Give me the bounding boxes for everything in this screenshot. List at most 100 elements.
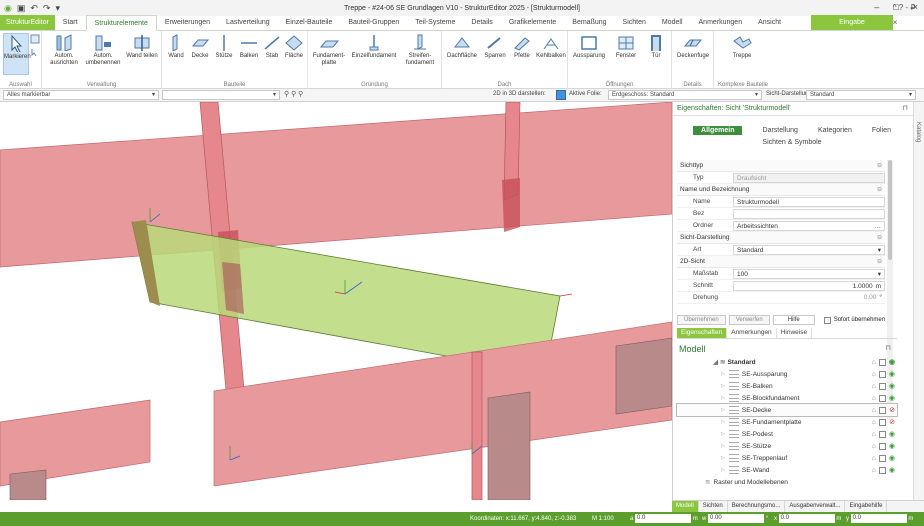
beam-button[interactable]: Balken bbox=[237, 33, 261, 60]
bez-field[interactable] bbox=[733, 208, 885, 219]
x-input[interactable]: 0.0 bbox=[778, 514, 835, 523]
tree-item[interactable]: ▷ SE-Decke ⌂ ⊘ bbox=[676, 403, 898, 417]
eye-icon[interactable]: ◉ bbox=[889, 370, 895, 378]
lock-icon[interactable]: ⌂ bbox=[872, 407, 876, 414]
wall-upper[interactable] bbox=[0, 102, 672, 268]
w-input[interactable]: 0.00 bbox=[708, 514, 765, 523]
tree-item[interactable]: ▷ SE-Blockfundament ⌂ ◉ bbox=[677, 392, 897, 404]
lock-icon[interactable]: ⌂ bbox=[872, 467, 876, 474]
lock-icon[interactable]: ⌂ bbox=[872, 431, 876, 438]
section-sichttyp[interactable]: Sichttyp bbox=[677, 160, 885, 172]
opening-right[interactable] bbox=[615, 337, 672, 415]
auto-align-button[interactable]: Autom. ausrichten bbox=[46, 33, 82, 67]
visibility-checkbox[interactable] bbox=[878, 430, 886, 438]
tree-item[interactable]: ▷ SE-Stütze ⌂ ◉ bbox=[677, 440, 897, 452]
lock-icon[interactable]: ⌂ bbox=[872, 383, 876, 390]
minimize-button[interactable]: – bbox=[874, 2, 879, 12]
tab-bauteil-gruppen[interactable]: Bauteil-Gruppen bbox=[340, 15, 407, 30]
lock-icon[interactable]: ⌂ bbox=[872, 419, 876, 426]
visibility-checkbox[interactable] bbox=[878, 370, 886, 378]
schnitt-field[interactable]: 1.0000 m bbox=[733, 280, 885, 291]
eye-icon[interactable]: ◉ bbox=[889, 442, 895, 450]
eye-icon[interactable]: ◉ bbox=[889, 394, 895, 402]
catalog-side-tab[interactable]: Katalog bbox=[913, 102, 924, 500]
model-viewport[interactable] bbox=[0, 102, 672, 500]
expand-icon[interactable]: ▷ bbox=[721, 407, 725, 413]
stair-button[interactable]: Treppe bbox=[722, 33, 762, 60]
tree-item[interactable]: ▷ SE-Fundamentplatte ⌂ ⊘ bbox=[677, 416, 897, 428]
art-select[interactable]: Standard ▾ bbox=[733, 244, 885, 255]
tab-app-menu[interactable]: StrukturEditor bbox=[0, 15, 55, 30]
expand-icon[interactable]: ▷ bbox=[721, 455, 725, 461]
visibility-checkbox[interactable] bbox=[878, 454, 886, 462]
wall-button[interactable]: Wand bbox=[165, 33, 187, 60]
tree-root[interactable]: ◢ ≋ Standard ⌂ ◉ bbox=[677, 356, 897, 368]
instant-apply-checkbox[interactable] bbox=[823, 316, 831, 324]
tab-kategorien[interactable]: Kategorien bbox=[818, 127, 852, 134]
lock-icon[interactable]: ⌂ bbox=[872, 395, 876, 402]
tab-ansicht[interactable]: Ansicht bbox=[750, 15, 789, 30]
recess-button[interactable]: Aussparung bbox=[570, 33, 608, 60]
slab-button[interactable]: Decke bbox=[189, 33, 211, 60]
tab-modell-bottom[interactable]: Modell bbox=[672, 501, 699, 512]
lock-icon[interactable]: ⌂ bbox=[872, 443, 876, 450]
tab-einzel-bauteile[interactable]: Einzel-Bauteile bbox=[278, 15, 341, 30]
tab-lastverteilung[interactable]: Lastverteilung bbox=[218, 15, 278, 30]
visibility-checkbox[interactable] bbox=[878, 394, 886, 402]
expand-icon[interactable]: ▷ bbox=[721, 371, 725, 377]
view-display-select[interactable]: Standard ▾ bbox=[806, 90, 916, 100]
binoculars-icon[interactable]: ⚲ ⚲ ⚲ bbox=[284, 90, 303, 98]
tab-anmerkungen-sub[interactable]: Anmerkungen bbox=[727, 328, 777, 338]
slab-joint-button[interactable]: Deckenfuge bbox=[674, 33, 712, 60]
foundation-slab-button[interactable]: Fundament-platte bbox=[310, 33, 348, 67]
expand-icon[interactable]: ▷ bbox=[721, 395, 725, 401]
a-input[interactable]: 0.0 bbox=[635, 514, 692, 523]
save-icon[interactable]: ▣ bbox=[17, 3, 26, 14]
eye-off-icon[interactable]: ⊘ bbox=[889, 406, 895, 414]
tab-darstellung[interactable]: Darstellung bbox=[763, 127, 798, 134]
eye-icon[interactable]: ◉ bbox=[889, 382, 895, 390]
purlin-button[interactable]: Pfette bbox=[510, 33, 534, 60]
split-wall-button[interactable]: Wand teilen bbox=[126, 33, 158, 60]
expand-icon[interactable]: ▷ bbox=[721, 383, 725, 389]
scrollbar-thumb[interactable] bbox=[888, 160, 892, 260]
opening-left[interactable] bbox=[9, 469, 47, 500]
eye-off-icon[interactable]: ⊘ bbox=[889, 418, 895, 426]
active-layer-select[interactable]: Erdgeschoss: Standard ▾ bbox=[608, 90, 762, 100]
name-field[interactable]: Strukturmodell bbox=[733, 196, 885, 207]
tree-item[interactable]: ▷ SE-Balken ⌂ ◉ bbox=[677, 380, 897, 392]
massstab-select[interactable]: 100 ▾ bbox=[733, 268, 885, 279]
tab-ausgabenverwaltung[interactable]: Ausgabenverwalt... bbox=[785, 501, 846, 512]
apply-button[interactable]: Übernehmen bbox=[677, 315, 726, 325]
section-name-bezeichnung[interactable]: Name und Bezeichnung bbox=[677, 184, 885, 196]
window-button[interactable]: Fenster bbox=[610, 33, 642, 60]
pin-icon[interactable]: ⊓ bbox=[886, 342, 891, 356]
bar-button[interactable]: Stab bbox=[263, 33, 281, 60]
y-input[interactable]: 0.0 bbox=[850, 514, 907, 523]
column-button[interactable]: Stütze bbox=[213, 33, 235, 60]
select-cross-icon[interactable] bbox=[30, 47, 40, 57]
qa-dropdown-icon[interactable]: ▾ bbox=[55, 3, 60, 14]
selection-filter-select[interactable]: Alles markierbar ▾ bbox=[3, 90, 159, 100]
visibility-checkbox[interactable] bbox=[879, 418, 887, 426]
select-window-icon[interactable] bbox=[30, 34, 40, 44]
tab-strukturelemente[interactable]: Strukturelemente bbox=[85, 15, 157, 31]
expand-icon[interactable]: ▷ bbox=[721, 419, 725, 425]
ordner-field[interactable]: Arbeitssichten… bbox=[733, 220, 885, 231]
lock-icon[interactable]: ⌂ bbox=[872, 371, 876, 378]
expand-icon[interactable]: ▷ bbox=[721, 443, 725, 449]
collar-beam-button[interactable]: Kehlbalken bbox=[536, 33, 566, 60]
tab-sichten-bottom[interactable]: Sichten bbox=[699, 501, 728, 512]
rafter-button[interactable]: Sparren bbox=[482, 33, 508, 60]
tab-hinweise[interactable]: Hinweise bbox=[777, 328, 813, 338]
pin-icon[interactable]: ⊓ bbox=[903, 102, 908, 116]
visibility-checkbox[interactable] bbox=[878, 358, 886, 366]
tab-details[interactable]: Details bbox=[463, 15, 500, 30]
visibility-checkbox[interactable] bbox=[878, 442, 886, 450]
lock-icon[interactable]: ⌂ bbox=[872, 359, 876, 366]
visibility-checkbox[interactable] bbox=[879, 406, 887, 414]
tab-sichten-symbole[interactable]: Sichten & Symbole bbox=[762, 139, 821, 146]
section-2d-sicht[interactable]: 2D-Sicht bbox=[677, 256, 885, 268]
tab-folien[interactable]: Folien bbox=[872, 127, 891, 134]
help-controls[interactable]: ^ ? - ₽ × bbox=[893, 0, 924, 30]
